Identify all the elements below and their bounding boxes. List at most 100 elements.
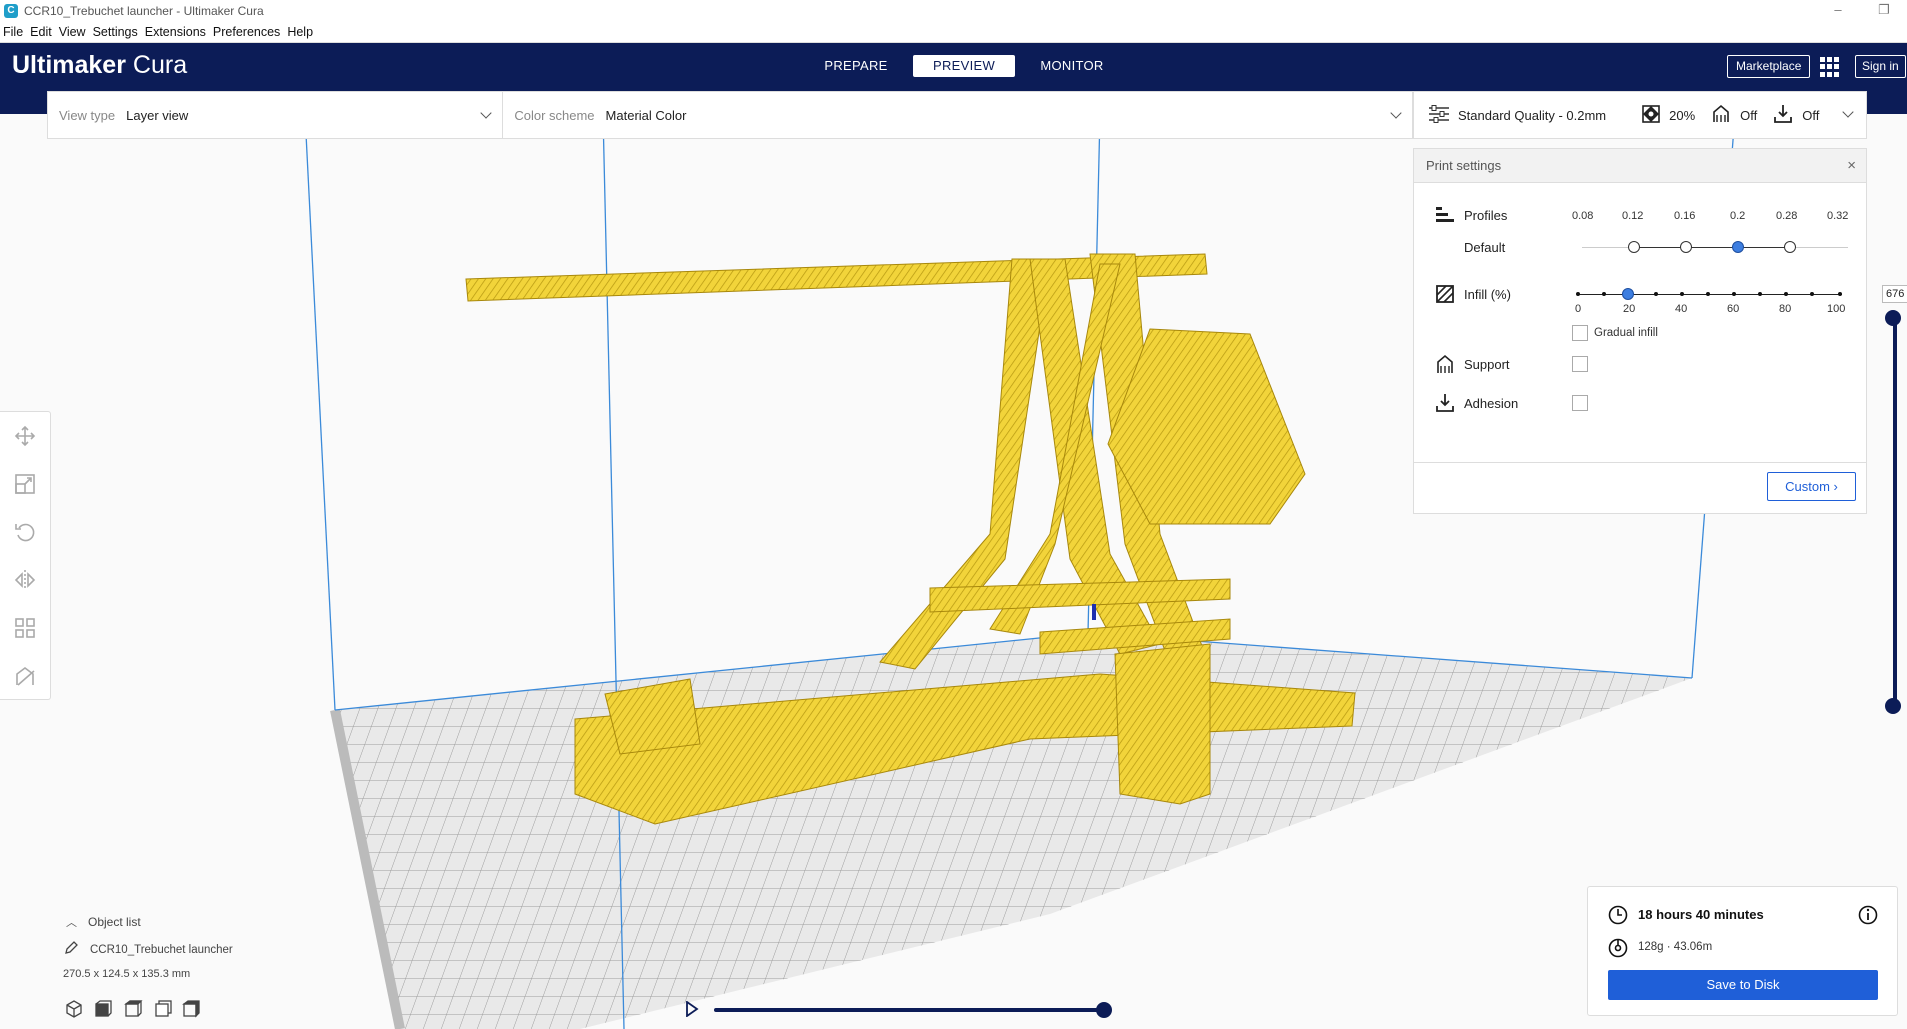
adhesion-checkbox[interactable] (1572, 395, 1588, 411)
layer-slider-track[interactable] (1893, 314, 1897, 708)
support-icon (1437, 354, 1453, 373)
sign-in-button[interactable]: Sign in (1855, 55, 1906, 78)
window-titlebar: C CCR10_Trebuchet launcher - Ultimaker C… (0, 0, 1907, 22)
menu-file[interactable]: File (3, 25, 23, 39)
scale-icon[interactable] (14, 473, 36, 495)
adhesion-label: Adhesion (1464, 395, 1519, 411)
current-layer-field[interactable]: 676 (1882, 285, 1907, 303)
infill-slider-handle[interactable] (1622, 288, 1634, 300)
material-usage: 128g · 43.06m (1638, 941, 1713, 953)
front-view-icon (95, 1000, 112, 1017)
infill-slider-track[interactable] (1578, 294, 1842, 295)
support-icon (1711, 104, 1731, 127)
layer-height-tick: 0.32 (1827, 210, 1849, 222)
info-icon[interactable] (1858, 905, 1878, 925)
infill-tick: 0 (1575, 303, 1582, 315)
play-icon[interactable] (685, 1001, 699, 1017)
right-view-icon (182, 1000, 200, 1018)
top-view-icon (124, 1000, 143, 1017)
pencil-icon[interactable] (64, 941, 78, 955)
infill-label: Infill (%) (1464, 286, 1511, 302)
layer-slider-lower-handle[interactable] (1885, 698, 1901, 714)
tab-preview[interactable]: PREVIEW (913, 55, 1015, 77)
close-icon[interactable]: × (1847, 149, 1856, 183)
panel-title: Print settings (1426, 158, 1502, 173)
menu-help[interactable]: Help (287, 25, 313, 39)
custom-settings-button[interactable]: Custom › (1767, 472, 1856, 501)
infill-icon (1642, 104, 1660, 126)
chevron-down-icon[interactable] (1842, 106, 1854, 118)
restore-button[interactable]: ❐ (1861, 0, 1907, 22)
save-to-disk-button[interactable]: Save to Disk (1608, 970, 1878, 1000)
view-type-dropdown[interactable]: View type Layer view (48, 92, 504, 138)
brand-light: Cura (132, 51, 188, 79)
infill-tick: 40 (1675, 303, 1688, 315)
support-blocker-icon[interactable] (14, 665, 36, 687)
window-controls: – ❐ (1815, 0, 1907, 22)
layer-marker (1092, 604, 1096, 620)
chevron-down-icon (1390, 107, 1402, 119)
chevron-up-icon[interactable]: ︿ (66, 914, 77, 930)
chevron-down-icon (480, 107, 493, 119)
view-type-value: Layer view (126, 107, 189, 123)
view-options-bar: View type Layer view Color scheme Materi… (47, 91, 1413, 139)
view-type-label: View type (59, 107, 116, 123)
menu-bar: File Edit View Settings Extensions Prefe… (0, 22, 1907, 43)
object-dimensions: 270.5 x 124.5 x 135.3 mm (63, 968, 191, 980)
adhesion-summary: Off (1802, 107, 1820, 123)
gradual-infill-checkbox[interactable] (1572, 325, 1588, 341)
support-checkbox[interactable] (1572, 356, 1588, 372)
adhesion-icon (1773, 104, 1793, 127)
profile-summary: Standard Quality - 0.2mm (1458, 107, 1607, 123)
stage-tabs: PREPARE PREVIEW MONITOR (805, 55, 1129, 77)
adhesion-icon (1436, 394, 1454, 412)
layer-height-tick: 0.28 (1776, 210, 1798, 222)
brand-bold: Ultimaker (12, 51, 126, 79)
panel-header: Print settings × (1414, 149, 1866, 183)
mirror-icon[interactable] (14, 569, 36, 591)
rotate-icon[interactable] (14, 521, 36, 543)
profile-option[interactable] (1784, 241, 1796, 253)
custom-button-label: Custom (1785, 479, 1830, 494)
infill-row: Infill (%) (1436, 285, 1511, 303)
path-slider-handle[interactable] (1096, 1002, 1112, 1018)
layer-slider-upper-handle[interactable] (1885, 310, 1901, 326)
layer-height-tick: 0.12 (1622, 210, 1644, 222)
layer-height-tick: 0.16 (1674, 210, 1696, 222)
profile-option[interactable] (1628, 241, 1640, 253)
infill-tick: 20 (1623, 303, 1636, 315)
move-icon[interactable] (14, 425, 36, 447)
object-list-header[interactable]: Object list (88, 915, 141, 929)
support-label: Support (1464, 356, 1510, 372)
profiles-label: Profiles (1464, 207, 1508, 223)
clock-icon (1608, 905, 1628, 925)
profile-option-selected[interactable] (1732, 241, 1744, 253)
window-title: CCR10_Trebuchet launcher - Ultimaker Cur… (24, 4, 264, 18)
apps-grid-icon[interactable] (1820, 57, 1840, 77)
print-settings-summary[interactable]: Standard Quality - 0.2mm 20% Off Off (1413, 91, 1867, 139)
profile-option[interactable] (1680, 241, 1692, 253)
tab-monitor[interactable]: MONITOR (1021, 55, 1123, 77)
print-settings-panel: Print settings × Profiles 0.08 0.12 0.16… (1413, 148, 1867, 514)
path-slider-track[interactable] (714, 1008, 1104, 1012)
marketplace-button[interactable]: Marketplace (1727, 55, 1811, 78)
profile-default-label: Default (1464, 240, 1506, 255)
per-model-settings-icon[interactable] (14, 617, 36, 639)
menu-edit[interactable]: Edit (30, 25, 52, 39)
menu-extensions[interactable]: Extensions (145, 25, 206, 39)
color-scheme-value: Material Color (605, 107, 687, 123)
adhesion-row: Adhesion (1436, 393, 1518, 413)
color-scheme-dropdown[interactable]: Color scheme Material Color (503, 92, 1412, 138)
menu-view[interactable]: View (59, 25, 86, 39)
support-row: Support (1436, 354, 1510, 374)
menu-settings[interactable]: Settings (93, 25, 138, 39)
support-summary: Off (1740, 107, 1758, 123)
layer-height-tick: 0.2 (1730, 210, 1746, 222)
app-logo: Ultimaker Cura (12, 51, 187, 80)
minimize-button[interactable]: – (1815, 0, 1861, 22)
profiles-icon (1436, 207, 1454, 222)
menu-preferences[interactable]: Preferences (213, 25, 280, 39)
tab-prepare[interactable]: PREPARE (805, 55, 907, 77)
sliders-icon (1428, 104, 1450, 126)
infill-tick: 60 (1727, 303, 1740, 315)
